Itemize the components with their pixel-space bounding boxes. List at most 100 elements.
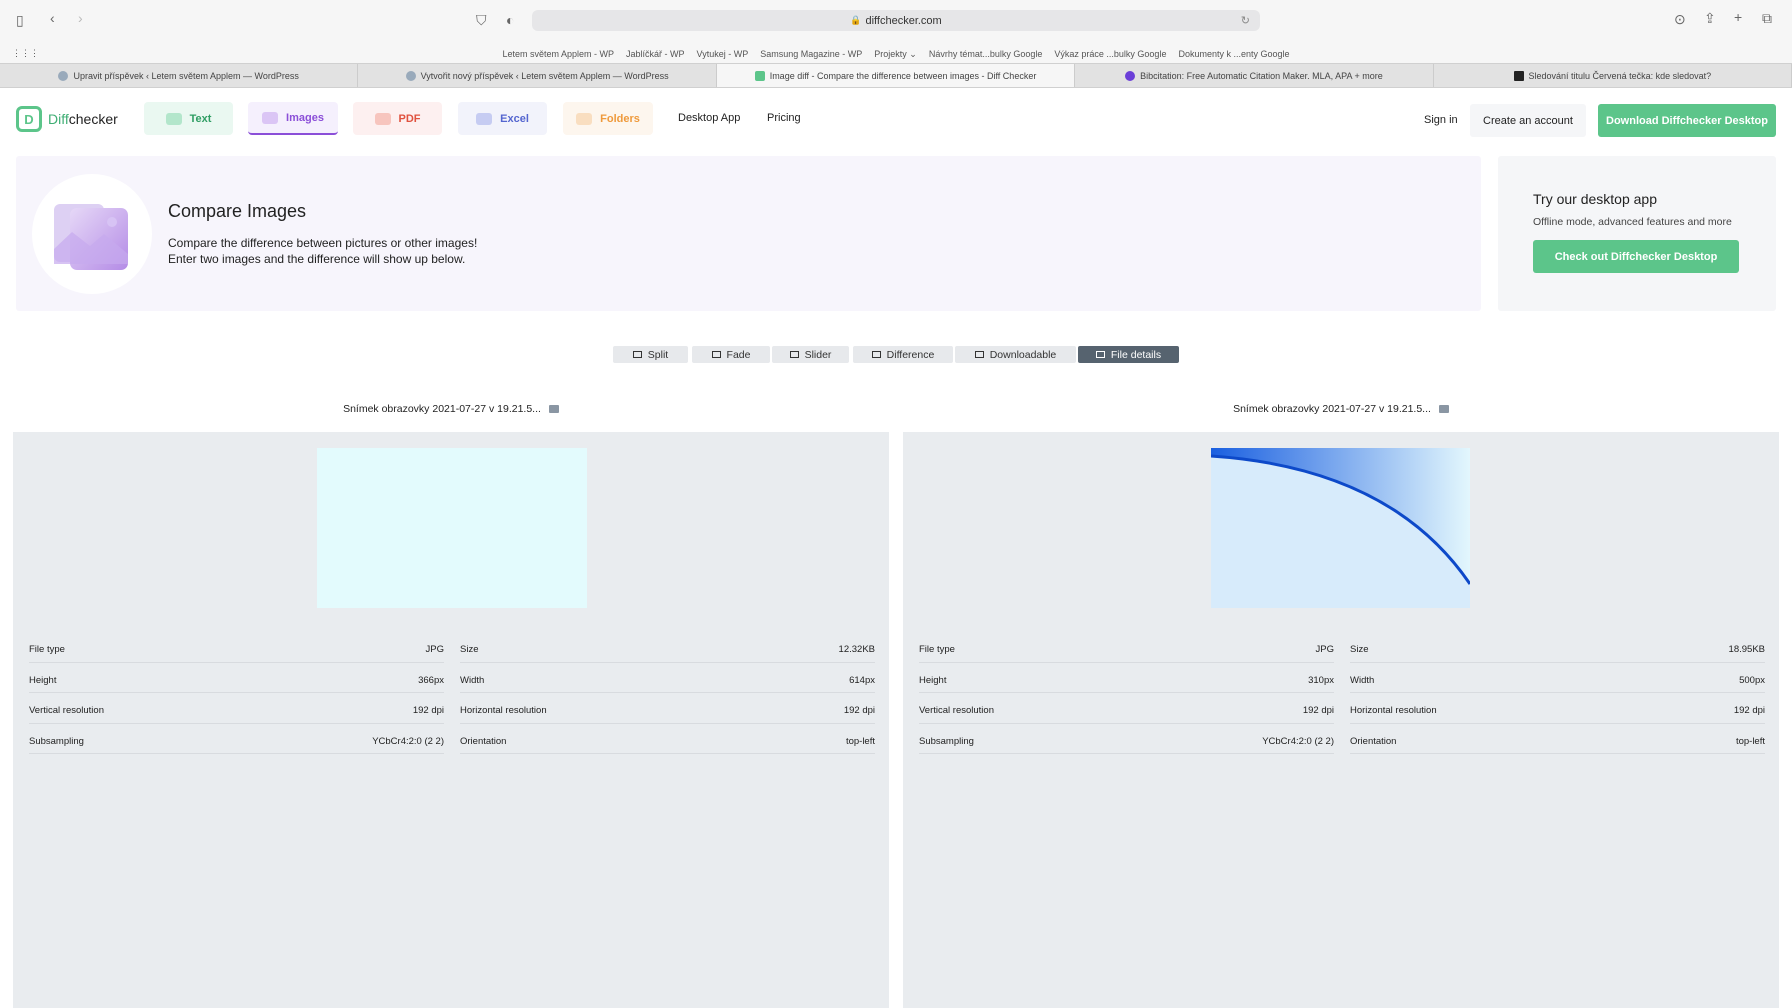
logo[interactable]: D Diffchecker [16, 106, 118, 132]
sidebar-icon[interactable]: ▯ [16, 12, 24, 29]
file-name: Snímek obrazovky 2021-07-27 v 19.21.5... [343, 403, 541, 415]
nav-desktop-app[interactable]: Desktop App [678, 112, 740, 124]
bookmark[interactable]: Vytukej - WP [697, 49, 749, 59]
reload-icon[interactable]: ↻ [1241, 14, 1250, 27]
privacy-icon[interactable]: ◐ [506, 12, 514, 28]
detail-row: Subsampling YCbCr4:2:0 (2 2) [919, 724, 1334, 754]
split-icon [632, 351, 642, 358]
detail-value: 192 dpi [412, 705, 444, 717]
tab-fade[interactable]: Fade [692, 346, 770, 363]
detail-label: Orientation [460, 735, 507, 747]
back-icon[interactable]: ‹ [50, 10, 55, 26]
browser-tab[interactable]: Bibcitation: Free Automatic Citation Mak… [1075, 64, 1434, 87]
detail-value: 500px [1739, 674, 1765, 686]
nav-label: Folders [600, 112, 640, 125]
hero-line: Enter two images and the difference will… [168, 252, 466, 266]
detail-value: 366px [418, 674, 444, 686]
images-icon [54, 204, 128, 270]
new-tab-icon[interactable]: + [1734, 9, 1742, 25]
detail-label: Vertical resolution [29, 705, 104, 717]
folder-icon[interactable] [548, 405, 559, 413]
left-image-preview [317, 448, 587, 608]
tab-label: Difference [886, 348, 935, 361]
detail-row: Vertical resolution 192 dpi [919, 693, 1334, 724]
tab-downloadable[interactable]: Downloadable [955, 346, 1076, 363]
tab-overview-icon[interactable]: ⧉ [1762, 10, 1772, 27]
nav-label: Images [286, 111, 324, 124]
detail-label: Height [29, 674, 57, 686]
detail-value: YCbCr4:2:0 (2 2) [372, 735, 444, 747]
download-desktop-button[interactable]: Download Diffchecker Desktop [1598, 104, 1776, 137]
detail-label: File type [29, 644, 65, 656]
nav-images[interactable]: Images [248, 102, 338, 135]
detail-row: Vertical resolution 192 dpi [29, 693, 444, 724]
tab-label: File details [1110, 348, 1162, 361]
nav-text[interactable]: Text [144, 102, 233, 135]
browser-tabs: Upravit příspěvek ‹ Letem světem Applem … [0, 63, 1792, 88]
tab-slider[interactable]: Slider [772, 346, 849, 363]
nav-excel[interactable]: Excel [458, 102, 547, 135]
shield-icon[interactable]: ⛉ [476, 12, 487, 29]
detail-value: 192 dpi [1733, 705, 1765, 717]
download-icon[interactable]: ⊙ [1674, 11, 1686, 28]
tab-file-details[interactable]: File details [1078, 346, 1179, 363]
file-details: File type JPG Size 12.32KB Height 366px Width 6… [29, 632, 875, 754]
tab-difference[interactable]: Difference [853, 346, 953, 363]
detail-row: File type JPG [919, 632, 1334, 663]
detail-row: File type JPG [29, 632, 444, 663]
detail-value: top-left [845, 735, 875, 747]
lock-icon: 🔒 [850, 15, 862, 25]
bookmark[interactable]: Návrhy témat...bulky Google [929, 49, 1043, 59]
tab-label: Fade [726, 348, 751, 361]
diffchecker-icon [754, 70, 765, 81]
wallpaper-curve-image [1211, 448, 1470, 585]
slider-icon [789, 351, 799, 358]
card-title: Try our desktop app [1533, 191, 1657, 207]
wordpress-icon [405, 70, 416, 81]
browser-tab[interactable]: Upravit příspěvek ‹ Letem světem Applem … [0, 64, 359, 87]
file-details-icon [1095, 351, 1105, 358]
right-file-name: Snímek obrazovky 2021-07-27 v 19.21.5... [903, 403, 1779, 415]
bookmark[interactable]: Letem světem Applem - WP [502, 49, 614, 59]
nav-pricing[interactable]: Pricing [767, 112, 801, 124]
forward-icon[interactable]: › [78, 10, 83, 26]
detail-row: Subsampling YCbCr4:2:0 (2 2) [29, 724, 444, 754]
detail-value: 614px [849, 674, 875, 686]
image-icon [262, 111, 279, 124]
create-account-button[interactable]: Create an account [1470, 104, 1586, 137]
grid-icon[interactable]: ⋮⋮⋮ [12, 48, 39, 59]
detail-value: 192 dpi [1302, 705, 1334, 717]
detail-value: 18.95KB [1728, 644, 1765, 656]
bookmark[interactable]: Dokumenty k ...enty Google [1178, 49, 1289, 59]
logo-text-checker: checker [68, 111, 118, 127]
folder-icon[interactable] [1438, 405, 1449, 413]
bookmarks-bar: ⋮⋮⋮ Letem světem Applem - WP Jablíčkář -… [0, 45, 1792, 63]
tab-split[interactable]: Split [613, 346, 688, 363]
detail-row: Width 614px [460, 663, 875, 693]
bookmark[interactable]: Projekty ⌄ [874, 49, 917, 60]
bookmark[interactable]: Jablíčkář - WP [626, 49, 685, 59]
detail-label: Width [460, 674, 485, 686]
tab-label: Downloadable [989, 348, 1057, 361]
right-panel: File type JPG Size 18.95KB Height 310px Width 5… [903, 432, 1779, 1008]
excel-icon [476, 112, 493, 125]
sign-in-link[interactable]: Sign in [1424, 114, 1458, 126]
browser-tab[interactable]: Sledování titulu Červená tečka: kde sled… [1434, 64, 1792, 87]
downloadable-icon [974, 351, 984, 358]
detail-label: Subsampling [919, 735, 974, 747]
film-icon [1513, 70, 1524, 81]
bookmark[interactable]: Samsung Magazine - WP [760, 49, 862, 59]
hero-description: Compare the difference between pictures … [168, 235, 477, 267]
share-icon[interactable]: ⇪ [1704, 10, 1716, 27]
page-title: Compare Images [168, 201, 307, 221]
browser-tab-active[interactable]: Image diff - Compare the difference betw… [716, 64, 1076, 87]
folder-icon [576, 112, 593, 125]
check-out-desktop-button[interactable]: Check out Diffchecker Desktop [1533, 240, 1739, 273]
nav-pdf[interactable]: PDF [353, 102, 442, 135]
bookmark[interactable]: Výkaz práce ...bulky Google [1054, 49, 1166, 59]
nav-label: PDF [398, 112, 421, 125]
address-bar[interactable]: 🔒 diffchecker.com ↻ [532, 10, 1260, 31]
browser-tab[interactable]: Vytvořit nový příspěvek ‹ Letem světem A… [358, 64, 717, 87]
nav-folders[interactable]: Folders [563, 102, 653, 135]
detail-label: Size [460, 644, 479, 656]
